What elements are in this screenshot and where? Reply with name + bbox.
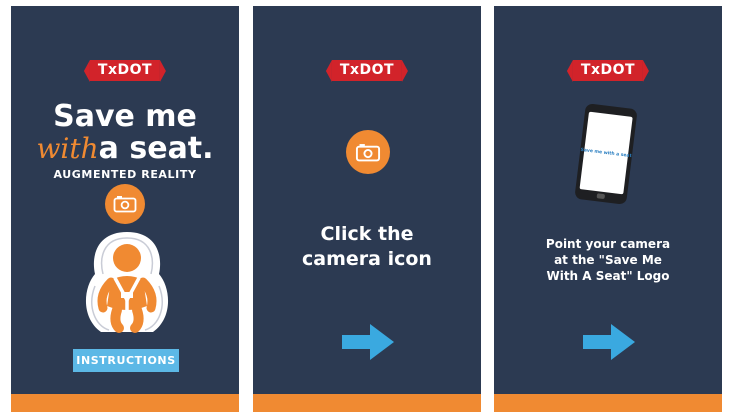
title-line-2: witha seat. (11, 134, 239, 164)
bottom-bar (494, 394, 722, 412)
phone-home-button (596, 193, 606, 200)
phone-illustration: Save me with a seat (574, 103, 638, 205)
arrow-right-icon[interactable] (340, 322, 396, 362)
camera-icon (355, 143, 381, 161)
camera-button[interactable] (105, 184, 145, 224)
phone-screen-logo: Save me with a seat (580, 147, 632, 159)
instruction-line-1: Point your camera (545, 237, 671, 251)
step1-panel: TxDOT Click the camera icon (253, 6, 481, 412)
subtitle: AUGMENTED REALITY (53, 168, 197, 181)
title-line-1: Save me (53, 99, 197, 134)
step2-panel: TxDOT Save me with a seat Point your cam… (494, 6, 722, 412)
instruction-line-3: With A Seat" Logo (546, 269, 670, 283)
txdot-logo: TxDOT (566, 60, 650, 82)
instruction-line-2: at the "Save Me (554, 253, 662, 267)
txdot-logo: TxDOT (325, 60, 409, 82)
instruction-text: Point your camera at the "Save Me With A… (494, 236, 722, 284)
bottom-bar (253, 394, 481, 412)
instruction-line-2: camera icon (302, 248, 432, 270)
title-a-seat: a seat. (98, 131, 214, 166)
arrow-right-icon[interactable] (581, 322, 637, 362)
instructions-button[interactable]: INSTRUCTIONS (73, 349, 179, 372)
instruction-text: Click the camera icon (253, 222, 481, 272)
camera-button[interactable] (346, 130, 390, 174)
car-seat-baby-illustration (85, 232, 169, 333)
instruction-line-1: Click the (320, 223, 414, 245)
title-with: with (36, 132, 99, 165)
splash-panel: TxDOT Save me witha seat. AUGMENTED REAL… (11, 6, 239, 412)
phone-screen: Save me with a seat (579, 111, 633, 195)
bottom-bar (11, 394, 239, 412)
camera-icon (113, 196, 137, 213)
txdot-logo: TxDOT (83, 60, 167, 82)
